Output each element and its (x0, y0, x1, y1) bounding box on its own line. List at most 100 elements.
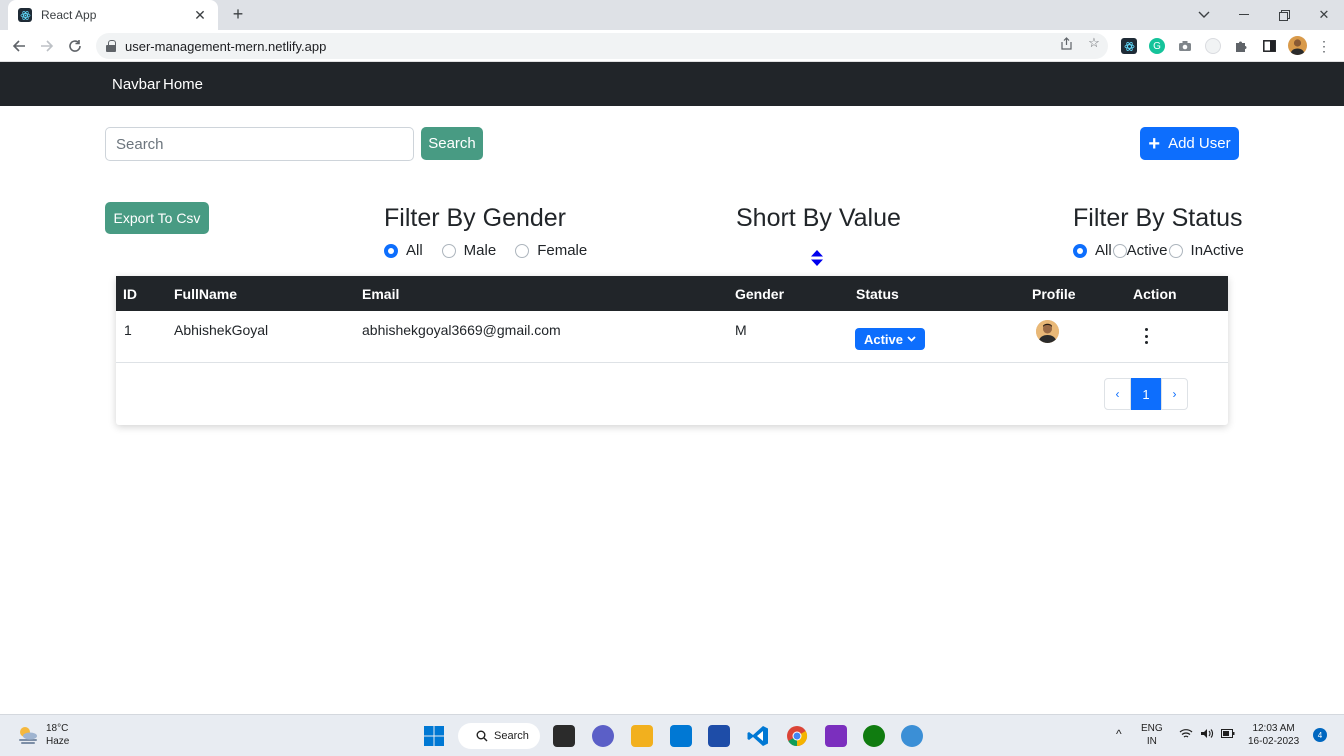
chevron-down-icon (907, 336, 916, 342)
gender-radio-male[interactable] (441, 243, 456, 258)
tab-title: React App (41, 8, 97, 22)
language-indicator[interactable]: ENG IN (1141, 722, 1163, 748)
tab-close-icon[interactable]: ✕ (192, 7, 208, 24)
notification-badge[interactable]: 4 (1313, 728, 1327, 742)
task-view-icon[interactable] (553, 725, 575, 747)
plus-icon: + (1148, 132, 1161, 155)
cell-id: 1 (124, 322, 132, 338)
status-radio-active[interactable] (1112, 243, 1127, 258)
sort-icon[interactable] (811, 250, 823, 266)
address-bar[interactable]: user-management-mern.netlify.app (96, 33, 1108, 59)
tab-search-icon[interactable] (1184, 0, 1224, 30)
gender-option-label: All (406, 242, 423, 259)
wifi-icon[interactable] (1179, 728, 1193, 743)
pagination-page[interactable]: 1 (1131, 378, 1161, 410)
search-input[interactable] (105, 127, 414, 161)
clock-time: 12:03 AM (1252, 723, 1295, 734)
profile-avatar-icon[interactable] (1288, 36, 1307, 55)
gender-filter-title: Filter By Gender (384, 204, 567, 232)
search-button[interactable]: Search (421, 127, 483, 160)
status-dropdown-button[interactable]: Active (855, 328, 925, 350)
network-globe-icon[interactable] (901, 725, 923, 747)
cell-gender: M (735, 322, 747, 338)
app-navbar: Navbar Home (0, 62, 1344, 106)
pagination-prev[interactable]: ‹ (1104, 378, 1131, 410)
restore-icon[interactable] (1264, 0, 1304, 30)
status-option-label: Active (1126, 242, 1168, 259)
chrome-icon[interactable] (786, 725, 808, 747)
status-radio-inactive[interactable] (1168, 243, 1183, 258)
search-icon (476, 730, 488, 742)
status-filter-title: Filter By Status (1073, 204, 1243, 232)
export-csv-button[interactable]: Export To Csv (105, 202, 209, 234)
status-option-label: All (1095, 242, 1112, 259)
header-profile: Profile (1032, 286, 1076, 302)
region-code: IN (1146, 736, 1157, 747)
status-option-label: InActive (1190, 242, 1244, 259)
gender-option-label: Female (537, 242, 588, 259)
browser-tab[interactable]: React App ✕ (8, 0, 218, 30)
new-tab-icon[interactable]: + (228, 4, 248, 24)
pagination-next[interactable]: › (1161, 378, 1188, 410)
browser-toolbar: user-management-mern.netlify.app ☆ G ⋮ (0, 30, 1344, 62)
windows-start-icon[interactable] (423, 725, 445, 747)
share-icon[interactable] (1058, 35, 1074, 51)
weather-haze-icon (19, 727, 37, 744)
chrome-menu-icon[interactable]: ⋮ (1316, 38, 1332, 54)
add-user-button[interactable]: + Add User (1140, 127, 1239, 160)
sort-title: Short By Value (736, 204, 901, 232)
side-panel-icon[interactable] (1261, 38, 1277, 54)
add-user-label: Add User (1168, 135, 1231, 152)
teams-chat-icon[interactable] (592, 725, 614, 747)
gender-filter-options: All Male Female (384, 242, 587, 259)
weather-condition: Haze (46, 736, 70, 747)
status-filter-options: All Active InActive (1073, 242, 1244, 259)
row-actions-icon[interactable] (1142, 328, 1150, 344)
profile-avatar (1036, 320, 1059, 343)
react-devtools-icon[interactable] (1121, 38, 1137, 54)
cell-email: abhishekgoyal3669@gmail.com (362, 322, 561, 338)
table-row: 1 AbhishekGoyal abhishekgoyal3669@gmail.… (116, 311, 1228, 363)
react-icon (18, 8, 32, 22)
header-gender: Gender (735, 286, 785, 302)
weather-widget[interactable]: 18°C Haze (16, 722, 69, 748)
extension-circle-icon[interactable] (1205, 38, 1221, 54)
url-text: user-management-mern.netlify.app (125, 38, 327, 54)
microsoft-store-icon[interactable] (708, 725, 730, 747)
gender-radio-female[interactable] (515, 243, 530, 258)
nav-link-home[interactable]: Home (163, 76, 203, 93)
show-hidden-icons-icon[interactable]: ^ (1116, 728, 1122, 741)
gender-option-label: Male (463, 242, 497, 259)
status-radio-all[interactable] (1073, 243, 1087, 258)
users-table-card: ID FullName Email Gender Status Profile … (116, 276, 1228, 425)
forward-icon[interactable] (37, 36, 57, 56)
xbox-icon[interactable] (863, 725, 885, 747)
gender-radio-all[interactable] (384, 243, 398, 258)
navbar-brand[interactable]: Navbar (112, 76, 160, 93)
proton-vpn-icon[interactable] (825, 725, 847, 747)
lock-icon (106, 40, 116, 52)
puzzle-extensions-icon[interactable] (1233, 38, 1249, 54)
grammarly-icon[interactable]: G (1149, 38, 1165, 54)
table-header: ID FullName Email Gender Status Profile … (116, 276, 1228, 311)
header-email: Email (362, 286, 400, 302)
bookmark-star-icon[interactable]: ☆ (1086, 35, 1102, 51)
reload-icon[interactable] (65, 36, 85, 56)
vscode-icon[interactable] (747, 725, 769, 747)
file-explorer-icon[interactable] (631, 725, 653, 747)
back-icon[interactable] (9, 36, 29, 56)
clock[interactable]: 12:03 AM 16-02-2023 (1248, 722, 1299, 748)
language-code: ENG (1141, 723, 1163, 734)
weather-temperature: 18°C (46, 723, 69, 734)
taskbar-search[interactable]: Search (458, 723, 540, 749)
minimize-icon[interactable] (1224, 0, 1264, 30)
volume-icon[interactable] (1200, 728, 1214, 743)
close-window-icon[interactable]: ✕ (1304, 0, 1344, 30)
mail-icon[interactable] (670, 725, 692, 747)
battery-icon[interactable] (1221, 729, 1235, 742)
clock-date: 16-02-2023 (1248, 736, 1300, 747)
status-label: Active (863, 331, 904, 347)
camera-icon[interactable] (1177, 38, 1193, 54)
pagination: ‹ 1 › (1104, 378, 1188, 410)
windows-taskbar: 18°C Haze Search ^ ENG IN 12:03 AM 16-02… (0, 714, 1344, 756)
